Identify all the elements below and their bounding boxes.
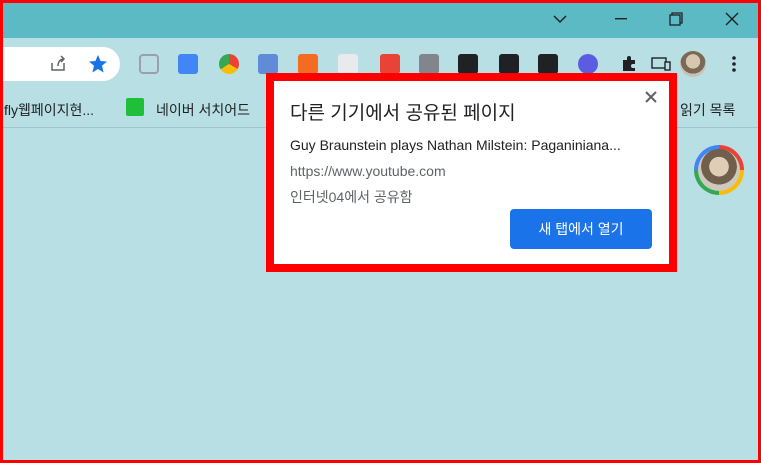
ext-icon[interactable] <box>380 54 400 74</box>
minimize-button[interactable] <box>596 0 646 38</box>
popup-close-button[interactable] <box>641 87 661 107</box>
restore-icon <box>669 12 683 26</box>
bookmark-star-icon[interactable] <box>86 52 110 76</box>
chrome-icon[interactable] <box>219 54 239 74</box>
bookmark-item[interactable]: fly웹페이지현... <box>4 100 94 120</box>
profile-avatar[interactable] <box>680 51 706 77</box>
tab-search-button[interactable] <box>535 0 585 38</box>
popup-title: 다른 기기에서 공유된 페이지 <box>290 103 516 124</box>
monitor-icon <box>126 98 144 116</box>
ghost-icon[interactable] <box>458 54 478 74</box>
restore-button[interactable] <box>651 0 701 38</box>
title-bar <box>0 0 761 38</box>
chevron-down-icon <box>553 15 567 24</box>
more-vert-icon[interactable] <box>722 52 746 76</box>
account-avatar[interactable] <box>694 145 744 195</box>
close-icon <box>645 91 657 103</box>
ublock-icon[interactable] <box>419 54 439 74</box>
avatar-ext-icon[interactable] <box>578 54 598 74</box>
text-icon[interactable] <box>258 54 278 74</box>
ext-icon[interactable] <box>499 54 519 74</box>
pocket-icon[interactable] <box>139 54 159 74</box>
close-window-button[interactable] <box>707 0 757 38</box>
shared-page-url: https://www.youtube.com <box>290 163 446 179</box>
bookmark-item-naver[interactable]: 네이버 서치어드 <box>156 100 250 120</box>
google-translate-icon[interactable] <box>178 54 198 74</box>
share-icon[interactable] <box>46 52 70 76</box>
open-in-new-tab-button[interactable]: 새 탭에서 열기 <box>510 209 652 249</box>
shared-page-title: Guy Braunstein plays Nathan Milstein: Pa… <box>290 137 621 153</box>
minimize-icon <box>615 18 627 20</box>
reading-list[interactable]: 읽기 목록 <box>680 100 735 120</box>
shared-page-popup: 다른 기기에서 공유된 페이지 Guy Braunstein plays Nat… <box>274 81 669 264</box>
layout-icon[interactable] <box>298 54 318 74</box>
close-icon <box>725 12 739 26</box>
ext-icon[interactable] <box>338 54 358 74</box>
ext-icon[interactable] <box>538 54 558 74</box>
shared-from-device: 인터넷04에서 공유함 <box>290 189 413 205</box>
